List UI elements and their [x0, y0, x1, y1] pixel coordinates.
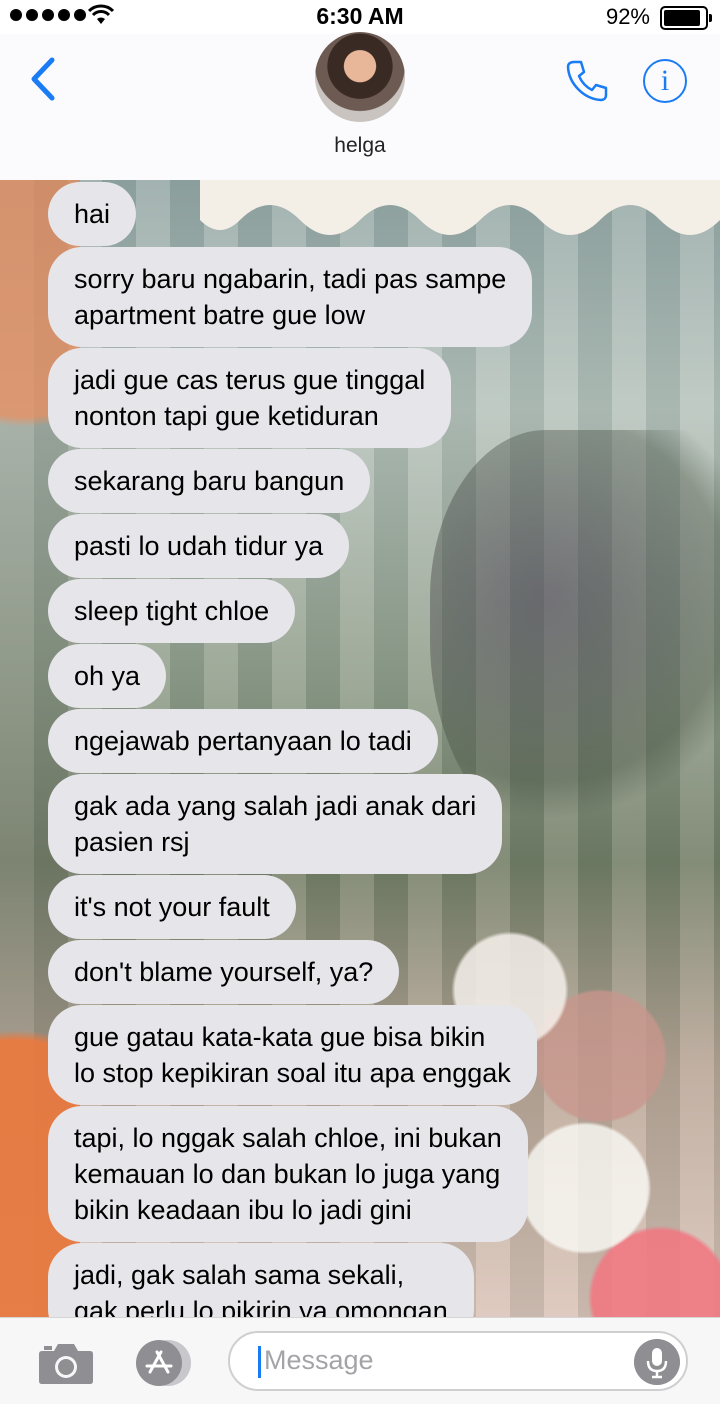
- back-chevron-icon[interactable]: [26, 54, 66, 104]
- wallpaper-awning: [200, 180, 720, 235]
- message-bubble[interactable]: sorry baru ngabarin, tadi pas sampe apar…: [48, 247, 533, 347]
- message-placeholder: Message: [264, 1345, 374, 1375]
- battery-percentage: 92%: [605, 4, 650, 29]
- conversation-header: helga i: [0, 32, 720, 181]
- app-store-icon[interactable]: [130, 1340, 192, 1386]
- message-bubble[interactable]: pasti lo udah tidur ya: [48, 514, 350, 578]
- message-bubble[interactable]: gak ada yang salah jadi anak dari pasien…: [48, 774, 503, 874]
- message-bubble[interactable]: it's not your fault: [48, 875, 296, 939]
- message-bubble[interactable]: sleep tight chloe: [48, 579, 296, 643]
- contact-avatar[interactable]: [315, 32, 405, 122]
- message-input[interactable]: Message: [228, 1331, 688, 1391]
- phone-call-icon[interactable]: [564, 58, 610, 104]
- status-bar: 6:30 AM 92%: [0, 0, 720, 34]
- microphone-icon[interactable]: [634, 1339, 680, 1385]
- message-bubble[interactable]: oh ya: [48, 644, 167, 708]
- message-thread[interactable]: hai sorry baru ngabarin, tadi pas sampe …: [0, 180, 720, 1317]
- text-cursor: [258, 1346, 261, 1378]
- contact-name[interactable]: helga: [0, 134, 720, 158]
- compose-bar: Message: [0, 1317, 720, 1404]
- message-bubble[interactable]: gue gatau kata-kata gue bisa bikin lo st…: [48, 1005, 537, 1105]
- message-bubble[interactable]: jadi gue cas terus gue tinggal nonton ta…: [48, 348, 452, 448]
- camera-icon[interactable]: [38, 1339, 94, 1385]
- message-bubble[interactable]: don't blame yourself, ya?: [48, 940, 400, 1004]
- message-bubble[interactable]: tapi, lo nggak salah chloe, ini bukan ke…: [48, 1106, 528, 1242]
- message-bubble[interactable]: sekarang baru bangun: [48, 449, 371, 513]
- message-bubble[interactable]: jadi, gak salah sama sekali, gak perlu l…: [48, 1243, 474, 1317]
- message-bubble[interactable]: ngejawab pertanyaan lo tadi: [48, 709, 438, 773]
- message-bubble[interactable]: hai: [48, 182, 137, 246]
- info-icon[interactable]: i: [643, 59, 687, 103]
- battery-icon: [660, 6, 712, 30]
